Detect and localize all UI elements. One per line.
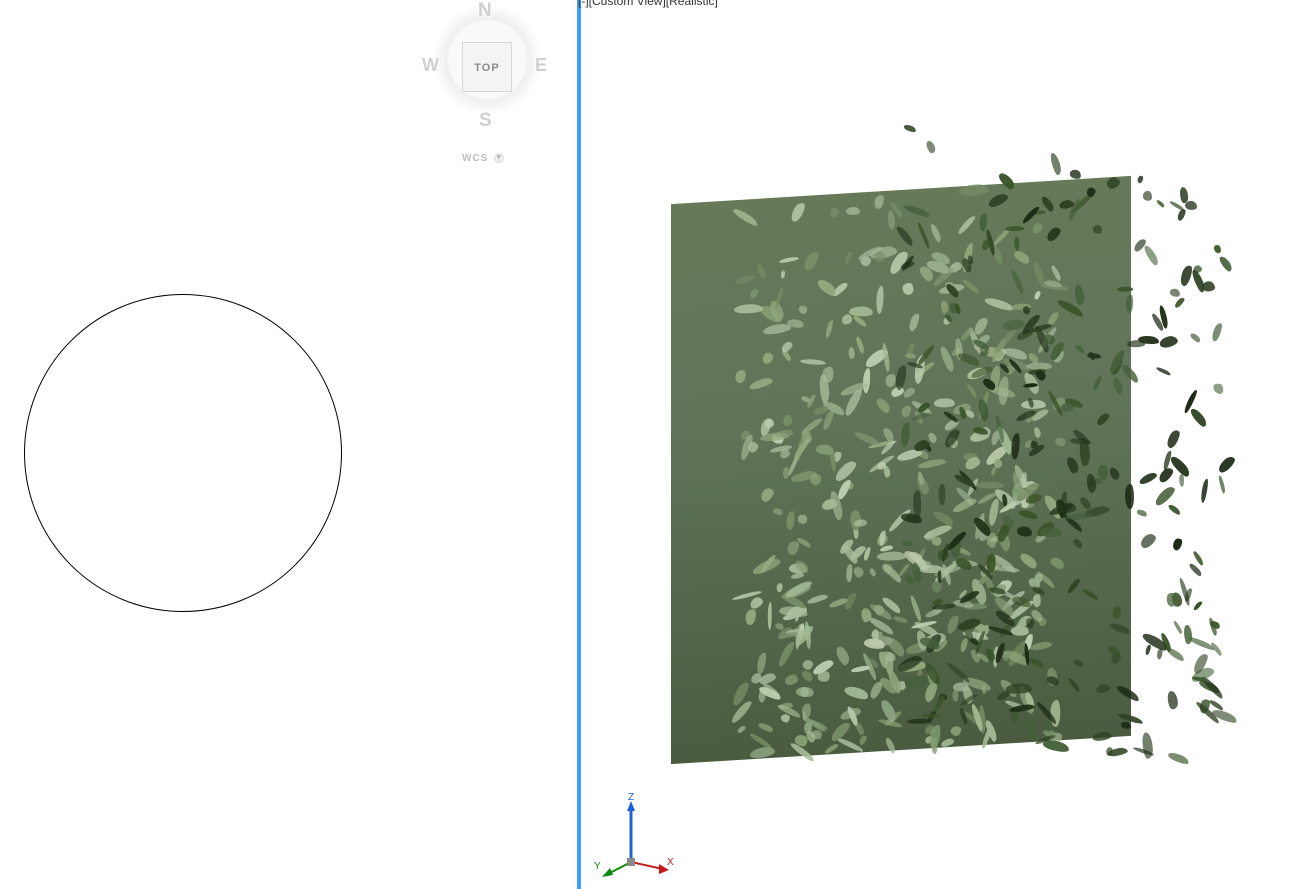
viewcube-top-face[interactable]: TOP: [462, 42, 512, 92]
axis-z-label: Z: [628, 792, 634, 803]
viewcube-wcs-label: WCS: [462, 153, 488, 164]
plan-circle-object[interactable]: [24, 294, 342, 612]
viewcube-west-label[interactable]: W: [422, 55, 439, 76]
ucs-axis-gizmo[interactable]: Z Y X: [591, 797, 671, 877]
axis-origin-box: [627, 858, 635, 866]
viewcube[interactable]: N S W E TOP WCS ▾: [418, 0, 558, 170]
axis-y-arrow: [602, 868, 613, 877]
viewcube-wcs-menu[interactable]: WCS ▾: [462, 153, 504, 164]
axis-y-label: Y: [594, 861, 601, 872]
viewport-label-text[interactable]: [-][Custom View][Realistic]: [578, 0, 718, 8]
axis-x-label: X: [667, 857, 674, 868]
bush-foliage-front: [671, 176, 1131, 764]
viewport-control-label[interactable]: [-][Custom View][Realistic]: [578, 0, 718, 8]
chevron-down-icon: ▾: [494, 153, 504, 163]
viewcube-north-label[interactable]: N: [478, 0, 492, 22]
viewcube-east-label[interactable]: E: [535, 55, 547, 76]
axis-x-line: [631, 862, 663, 869]
bush-plane-front: [671, 176, 1131, 764]
model-bush-cross-planes[interactable]: [671, 140, 1231, 760]
viewport-2d[interactable]: N S W E TOP WCS ▾: [0, 0, 577, 889]
viewcube-south-label[interactable]: S: [479, 110, 492, 132]
viewport-3d[interactable]: [-][Custom View][Realistic] Z Y X: [581, 0, 1295, 889]
